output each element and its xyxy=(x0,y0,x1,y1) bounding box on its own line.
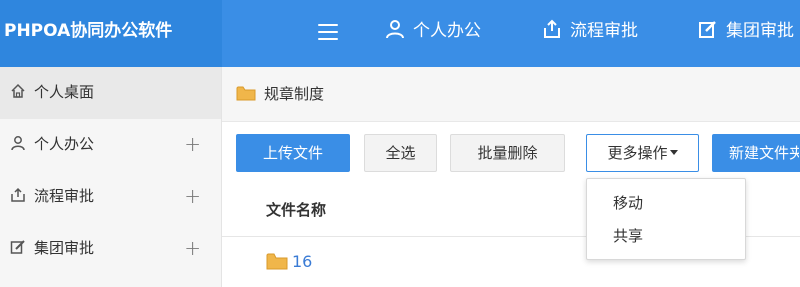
sidebar-item-label: 个人桌面 xyxy=(34,83,95,101)
more-actions-label: 更多操作 xyxy=(607,144,668,162)
nav-workflow-approval[interactable]: 流程审批 xyxy=(542,0,638,67)
app-brand[interactable]: PHPOA协同办公软件 xyxy=(0,0,222,67)
flow-icon xyxy=(544,19,560,38)
nav-label: 集团审批 xyxy=(726,21,794,41)
sidebar: 个人桌面 个人办公 + 流程审批 + 集团审批 + xyxy=(0,67,222,287)
sidebar-item-label: 流程审批 xyxy=(34,187,95,205)
nav-label: 个人办公 xyxy=(413,21,481,41)
select-all-button[interactable]: 全选 xyxy=(364,134,437,172)
file-name-label: 16 xyxy=(292,252,313,271)
upload-file-button[interactable]: 上传文件 xyxy=(236,134,350,172)
sidebar-item-label: 个人办公 xyxy=(34,135,95,153)
nav-personal-office[interactable]: 个人办公 xyxy=(385,0,481,67)
sidebar-item-personal-desktop[interactable]: 个人桌面 xyxy=(0,67,221,119)
top-navbar: PHPOA协同办公软件 个人办公 流程审批 集团审批 xyxy=(0,0,800,67)
sidebar-item-personal-office[interactable]: 个人办公 + xyxy=(0,119,221,171)
flow-icon xyxy=(11,187,25,202)
sidebar-item-label: 集团审批 xyxy=(34,239,95,257)
breadcrumb: 规章制度 xyxy=(222,67,800,122)
expand-icon[interactable]: + xyxy=(184,171,201,221)
home-icon xyxy=(11,83,25,98)
sidebar-item-group-approval[interactable]: 集团审批 + xyxy=(0,223,221,275)
nav-label: 流程审批 xyxy=(570,21,638,41)
expand-icon[interactable]: + xyxy=(184,223,201,273)
expand-icon[interactable]: + xyxy=(184,119,201,169)
user-icon xyxy=(386,20,404,39)
column-header-filename[interactable]: 文件名称 xyxy=(266,183,326,237)
more-actions-button[interactable]: 更多操作 xyxy=(586,134,699,172)
menu-item-move[interactable]: 移动 xyxy=(587,187,745,220)
edit-icon xyxy=(699,21,716,38)
file-name-link[interactable]: 16 xyxy=(266,252,312,272)
batch-delete-button[interactable]: 批量删除 xyxy=(450,134,565,172)
folder-icon xyxy=(236,86,256,100)
user-icon xyxy=(11,135,25,150)
edit-icon xyxy=(10,239,25,254)
sidebar-item-workflow-approval[interactable]: 流程审批 + xyxy=(0,171,221,223)
caret-down-icon xyxy=(669,150,678,155)
more-actions-dropdown: 移动 共享 xyxy=(586,178,746,260)
folder-icon xyxy=(266,253,288,269)
menu-toggle-icon[interactable] xyxy=(318,24,338,42)
new-folder-button[interactable]: 新建文件夹 xyxy=(712,134,800,172)
nav-group-approval[interactable]: 集团审批 xyxy=(698,0,794,67)
breadcrumb-label: 规章制度 xyxy=(264,85,325,103)
menu-item-share[interactable]: 共享 xyxy=(587,220,745,253)
